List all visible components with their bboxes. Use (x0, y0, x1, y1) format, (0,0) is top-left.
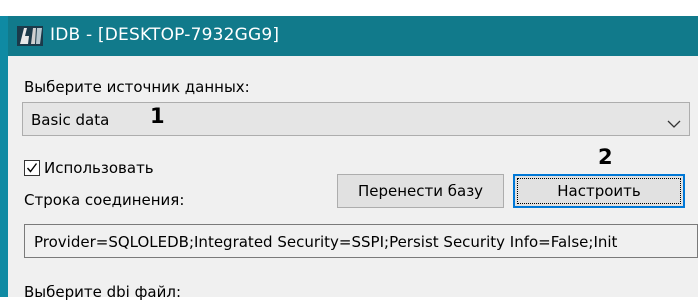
use-checkbox-label: Использовать (44, 159, 154, 177)
connection-string-value: Provider=SQLOLEDB;Integrated Security=SS… (34, 233, 618, 251)
top-strip (0, 0, 698, 16)
focus-ring (517, 178, 681, 204)
configure-button[interactable]: Настроить (513, 174, 685, 208)
migrate-database-button[interactable]: Перенести базу (337, 174, 504, 208)
window-title: IDB - [DESKTOP-7932GG9] (50, 25, 280, 45)
data-source-dropdown[interactable]: Basic data (22, 102, 690, 136)
annotation-marker-1: 1 (150, 104, 165, 128)
dbi-file-label: Выберите dbi файл: (24, 283, 182, 301)
data-source-label: Выберите источник данных: (24, 78, 250, 96)
use-checkbox[interactable] (24, 160, 40, 176)
data-source-selected-value: Basic data (31, 111, 110, 129)
connection-string-field[interactable]: Provider=SQLOLEDB;Integrated Security=SS… (24, 224, 698, 258)
app-icon (16, 24, 44, 48)
title-bar[interactable]: IDB - [DESKTOP-7932GG9] (8, 16, 698, 56)
use-checkbox-row[interactable]: Использовать (24, 157, 154, 179)
migrate-database-button-label: Перенести базу (357, 182, 484, 200)
connection-string-label: Строка соединения: (24, 191, 185, 209)
chevron-down-icon (667, 114, 681, 128)
annotation-marker-2: 2 (598, 145, 613, 169)
window-left-edge (0, 16, 8, 297)
